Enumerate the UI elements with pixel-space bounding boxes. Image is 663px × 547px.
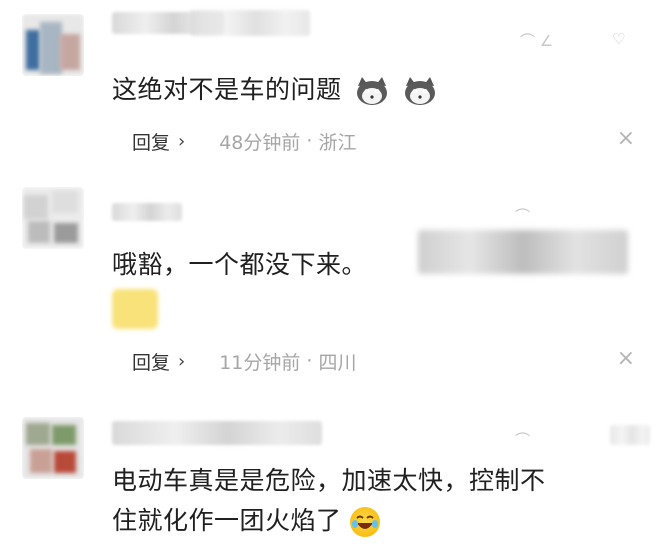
close-icon[interactable]: ×	[617, 346, 635, 371]
comment-meta: 回复 › 11分钟前 · 四川	[132, 346, 356, 376]
comment-time: 48分钟前	[219, 131, 301, 154]
comment-text-line: 住就化作一团火焰了	[112, 501, 546, 541]
meta-separator: ·	[306, 350, 313, 372]
comment-location: 浙江	[318, 131, 357, 154]
username-blurred	[112, 421, 322, 445]
comment-1: ⌒ ∠ ♡ 这绝对不是车的问题 回复 › 48分钟前 · 浙江 ×	[0, 0, 663, 175]
chevron-right-icon[interactable]: ›	[178, 131, 185, 152]
like-icon[interactable]: ⌒ ∠	[520, 30, 553, 51]
comment-text: 哦豁，一个都没下来。	[112, 245, 367, 285]
username-blurred	[190, 10, 310, 36]
reply-button[interactable]: 回复	[132, 128, 170, 155]
avatar[interactable]	[22, 14, 84, 76]
text-blurred	[418, 230, 628, 274]
comment-meta: 回复 › 48分钟前 · 浙江	[132, 126, 356, 156]
username-blurred	[112, 203, 182, 221]
like-icon[interactable]: ⌒	[515, 205, 530, 226]
comment-text-body: 这绝对不是车的问题	[112, 75, 342, 104]
avatar[interactable]	[22, 187, 84, 249]
cat-emoji-icon	[354, 76, 390, 106]
comment-location: 四川	[318, 351, 357, 374]
cat-emoji-icon	[402, 76, 438, 106]
laughing-emoji-icon	[349, 507, 380, 537]
avatar[interactable]	[22, 417, 84, 479]
comment-3: ⌒ 电动车真是是危险，加速太快，控制不 住就化作一团火焰了	[0, 395, 663, 547]
comment-text-line-2: 住就化作一团火焰了	[112, 506, 342, 535]
meta-separator: ·	[306, 130, 313, 152]
like-icon[interactable]: ♡	[612, 30, 625, 48]
comment-text: 电动车真是是危险，加速太快，控制不 住就化作一团火焰了	[112, 461, 546, 541]
close-icon[interactable]: ×	[617, 126, 635, 151]
like-count-blurred	[610, 425, 650, 445]
like-icon[interactable]: ⌒	[515, 429, 530, 450]
comment-2: ⌒ 哦豁，一个都没下来。 回复 › 11分钟前 · 四川 ×	[0, 175, 663, 395]
comment-time: 11分钟前	[219, 351, 301, 374]
sticker-image	[112, 289, 158, 329]
reply-button[interactable]: 回复	[132, 348, 170, 375]
comment-text-body: 哦豁，一个都没下来。	[112, 250, 368, 279]
comment-text-line: 电动车真是是危险，加速太快，控制不	[112, 466, 546, 495]
chevron-right-icon[interactable]: ›	[178, 351, 185, 372]
comment-text: 这绝对不是车的问题	[112, 70, 438, 110]
